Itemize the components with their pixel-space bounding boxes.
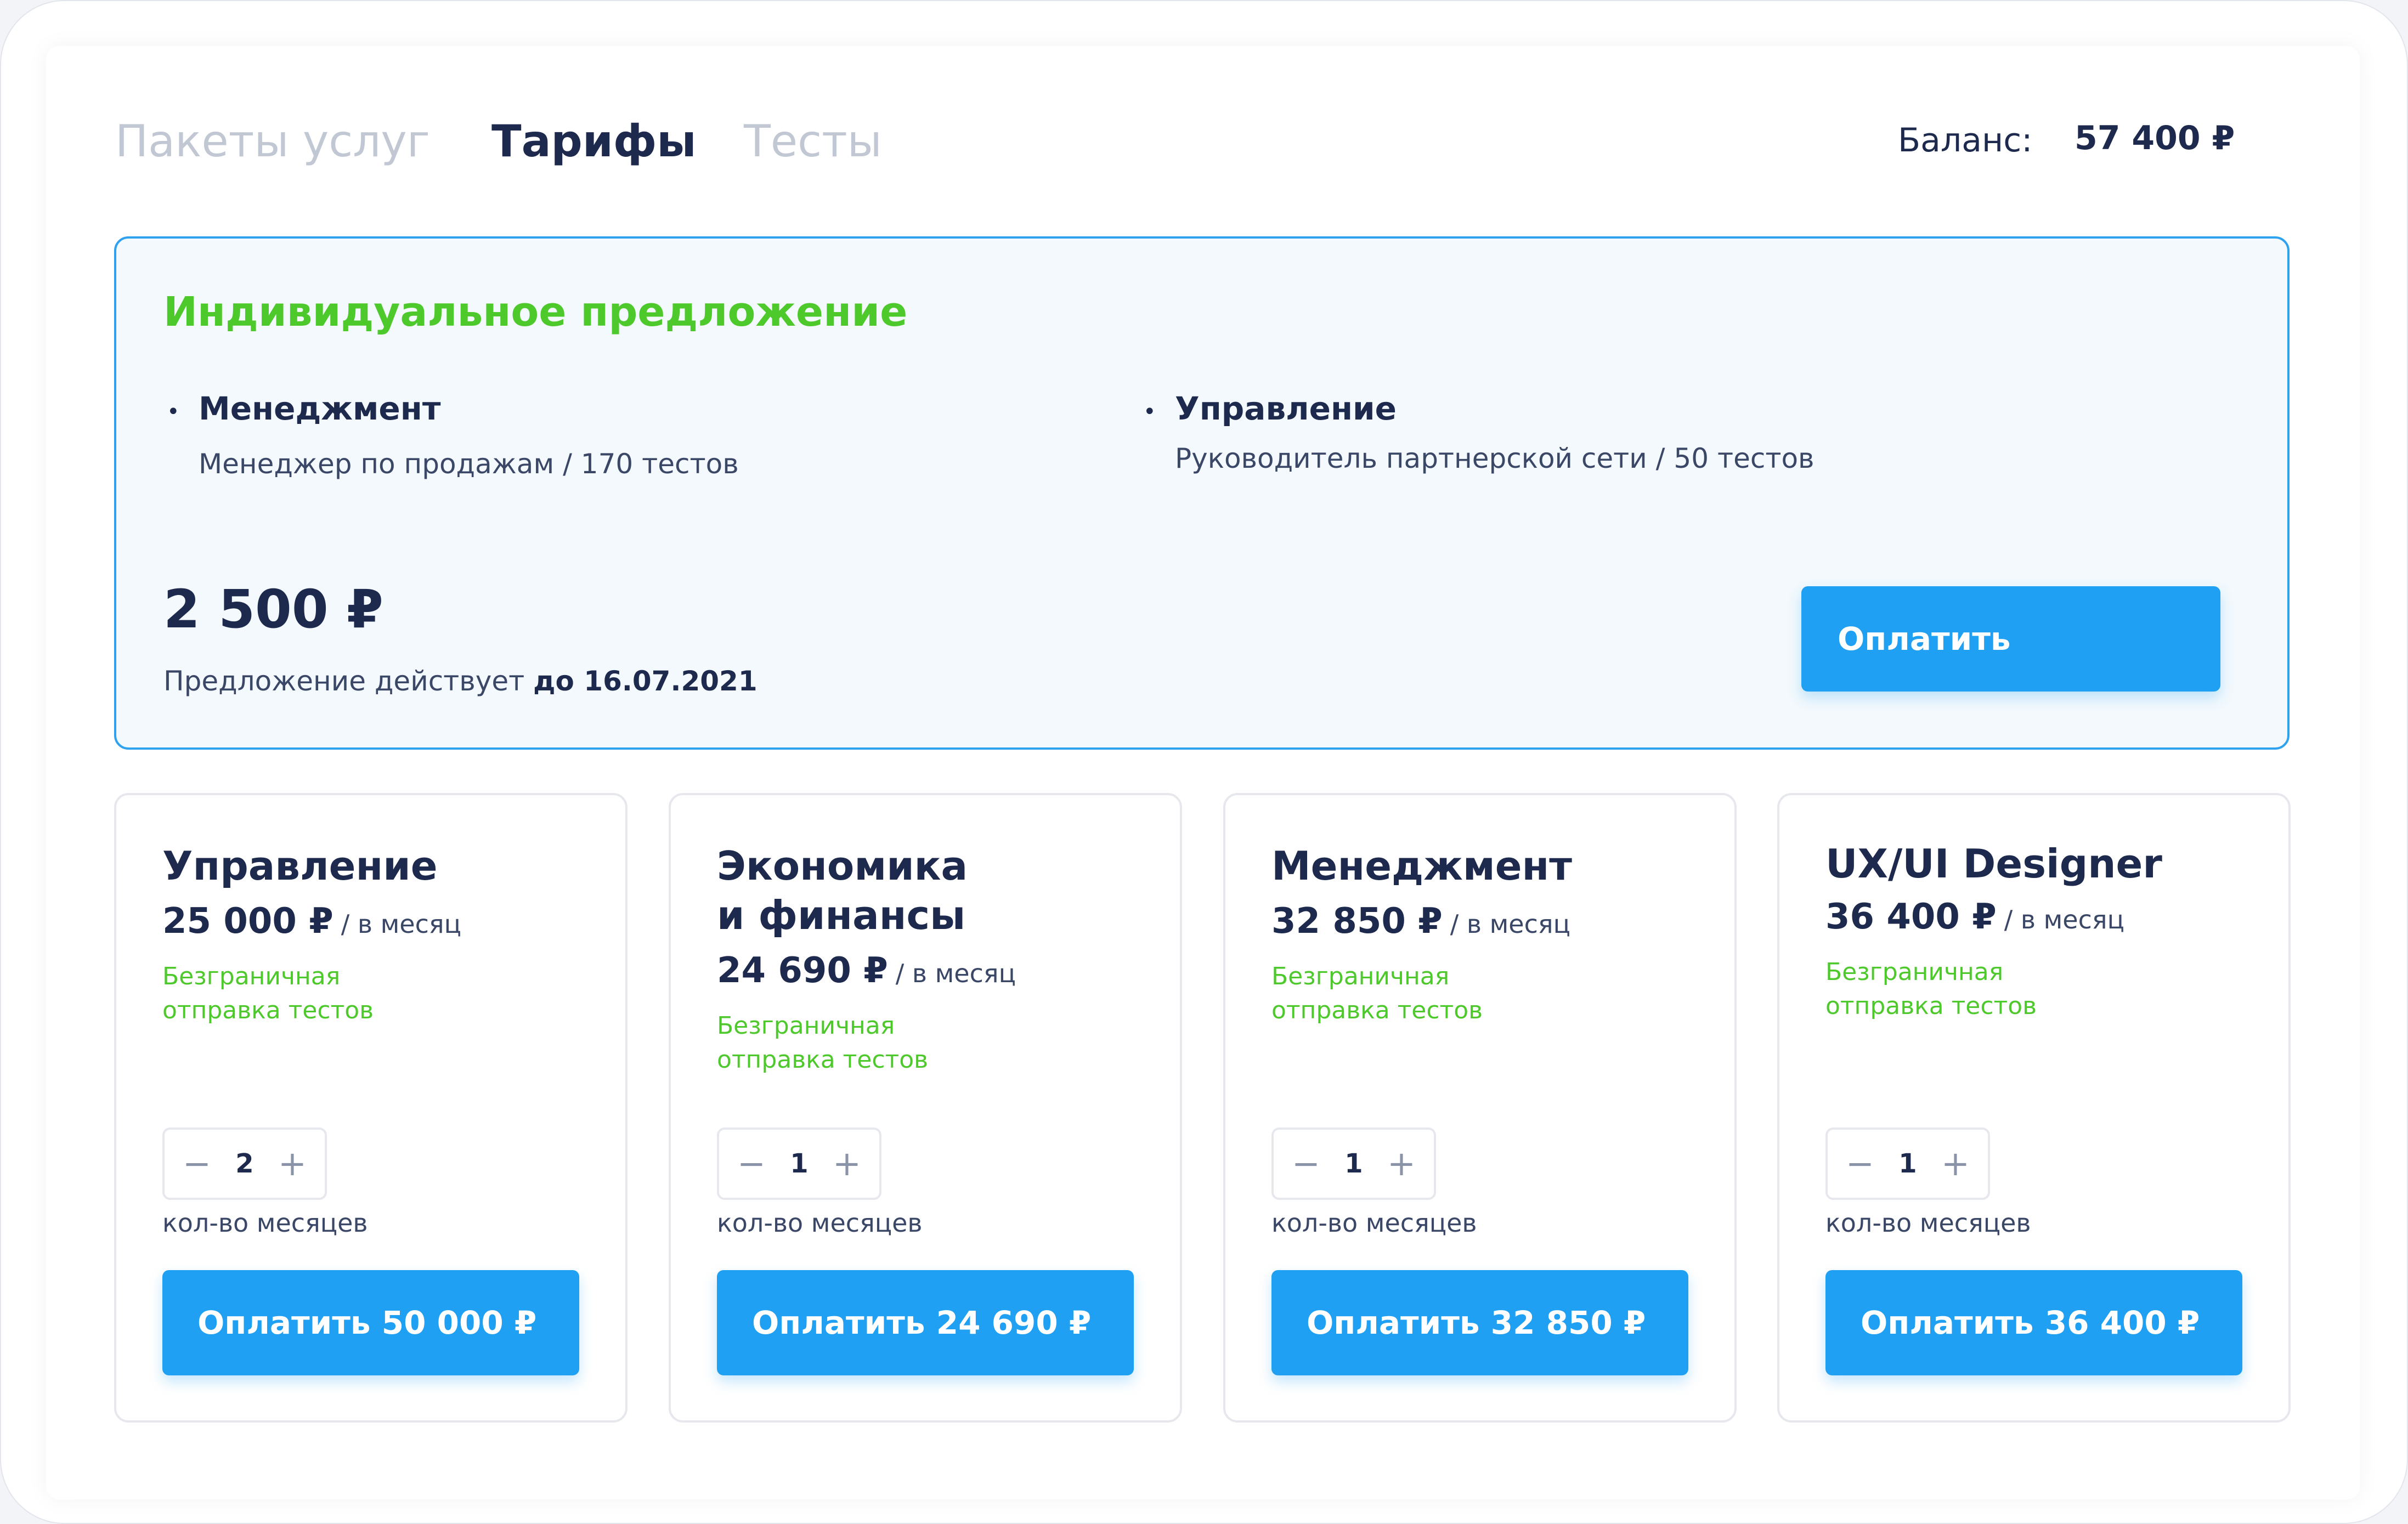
tariff-feature: Безграничная отправка тестов — [1271, 960, 1601, 1028]
offer-item-description: Менеджер по продажам / 170 тестов — [199, 448, 739, 480]
tariff-price-period: / в месяц — [2004, 905, 2124, 934]
tariff-pay-button[interactable]: Оплатить 32 850 ₽ — [1271, 1270, 1688, 1375]
quantity-label: кол-во месяцев — [1271, 1208, 1477, 1238]
quantity-stepper: − 1 + — [1271, 1128, 1436, 1200]
tariff-price-period: / в месяц — [1450, 909, 1570, 939]
tariff-title-line: UX/UI Designer — [1825, 841, 2162, 887]
minus-icon[interactable]: − — [1281, 1130, 1331, 1198]
offer-pay-button[interactable]: Оплатить — [1801, 586, 2220, 692]
offer-note-prefix: Предложение действует — [163, 665, 525, 697]
tariff-card: Менеджмент 32 850 ₽ / в месяц Безгранична… — [1223, 793, 1737, 1423]
tariff-title: UX/UI Designer — [1825, 839, 2162, 888]
tab-tests[interactable]: Тесты — [744, 114, 882, 169]
tariff-pay-button[interactable]: Оплатить 50 000 ₽ — [162, 1270, 579, 1375]
tariff-title: Управление — [162, 841, 438, 891]
quantity-stepper: − 1 + — [717, 1128, 881, 1200]
tariff-price-line: 32 850 ₽ / в месяц — [1271, 898, 1570, 947]
tariff-feature-line: отправка тестов — [162, 996, 374, 1024]
tariff-price-line: 25 000 ₽ / в месяц — [162, 898, 461, 947]
quantity-value[interactable]: 1 — [1329, 1130, 1379, 1198]
tariff-pay-button[interactable]: Оплатить 24 690 ₽ — [717, 1270, 1134, 1375]
tariff-card: UX/UI Designer 36 400 ₽ / в месяц Безгран… — [1777, 793, 2291, 1423]
plus-icon[interactable]: + — [822, 1130, 872, 1198]
offer-note-date: до 16.07.2021 — [533, 665, 758, 697]
tariff-feature-line: Безграничная — [1271, 962, 1450, 990]
tariff-title: Менеджмент — [1271, 841, 1572, 891]
tariff-price-period: / в месяц — [341, 909, 461, 939]
tariff-price-line: 36 400 ₽ / в месяц — [1825, 894, 2124, 943]
plus-icon[interactable]: + — [1931, 1130, 1980, 1198]
balance-value: 57 400 ₽ — [2075, 119, 2235, 157]
tariff-price: 32 850 ₽ — [1271, 901, 1443, 942]
quantity-label: кол-во месяцев — [162, 1208, 368, 1238]
offer-item-description: Руководитель партнерской сети / 50 тесто… — [1175, 443, 1815, 474]
tariff-card: Управление 25 000 ₽ / в месяц Безгранична… — [114, 793, 628, 1423]
offer-item-name: Менеджмент — [199, 390, 441, 427]
individual-offer-card: Индивидуальное предложение • Менеджмент … — [114, 236, 2290, 750]
tariff-price: 36 400 ₽ — [1825, 897, 1997, 937]
quantity-stepper: − 1 + — [1825, 1128, 1990, 1200]
offer-title: Индивидуальное предложение — [163, 288, 908, 336]
tariff-title-line: Экономика — [717, 843, 968, 889]
offer-validity-note: Предложение действует до 16.07.2021 — [163, 663, 758, 699]
balance-label: Баланс: — [1898, 121, 2033, 160]
tariff-price-line: 24 690 ₽ / в месяц — [717, 948, 1016, 996]
offer-price: 2 500 ₽ — [163, 579, 383, 640]
tab-service-packages[interactable]: Пакеты услуг — [115, 114, 430, 169]
plus-icon[interactable]: + — [1377, 1130, 1426, 1198]
tariff-title-line: и финансы — [717, 892, 966, 938]
bullet-icon: • — [167, 399, 180, 424]
tariff-feature-line: отправка тестов — [717, 1046, 929, 1074]
tariff-feature: Безграничная отправка тестов — [717, 1009, 1046, 1077]
tariff-feature-line: отправка тестов — [1271, 996, 1483, 1024]
quantity-label: кол-во месяцев — [717, 1208, 923, 1238]
minus-icon[interactable]: − — [727, 1130, 776, 1198]
tariff-feature-line: Безграничная — [717, 1012, 895, 1040]
tariff-feature-line: Безграничная — [162, 962, 341, 990]
tariff-feature-line: Безграничная — [1825, 958, 2004, 986]
tariff-price-period: / в месяц — [895, 959, 1016, 988]
tariff-price: 25 000 ₽ — [162, 901, 333, 942]
tariff-feature: Безграничная отправка тестов — [162, 960, 491, 1028]
tariff-title-line: Управление — [162, 843, 438, 889]
minus-icon[interactable]: − — [172, 1130, 222, 1198]
tariff-title-line: Менеджмент — [1271, 843, 1573, 889]
tariff-price: 24 690 ₽ — [717, 950, 888, 991]
tariff-card: Экономика и финансы 24 690 ₽ / в месяц Без… — [669, 793, 1182, 1423]
tariff-feature-line: отправка тестов — [1825, 992, 2037, 1020]
tariff-feature: Безграничная отправка тестов — [1825, 955, 2155, 1023]
minus-icon[interactable]: − — [1835, 1130, 1885, 1198]
quantity-stepper: − 2 + — [162, 1128, 327, 1200]
tariff-title: Экономика и финансы — [717, 841, 968, 940]
quantity-value[interactable]: 1 — [1883, 1130, 1933, 1198]
bullet-icon: • — [1143, 399, 1156, 424]
plus-icon[interactable]: + — [268, 1130, 317, 1198]
offer-item-name: Управление — [1175, 390, 1397, 427]
quantity-value[interactable]: 1 — [774, 1130, 824, 1198]
quantity-label: кол-во месяцев — [1825, 1208, 2031, 1238]
quantity-value[interactable]: 2 — [219, 1130, 270, 1198]
tariff-pay-button[interactable]: Оплатить 36 400 ₽ — [1825, 1270, 2242, 1375]
tab-tariffs[interactable]: Тарифы — [491, 114, 697, 169]
